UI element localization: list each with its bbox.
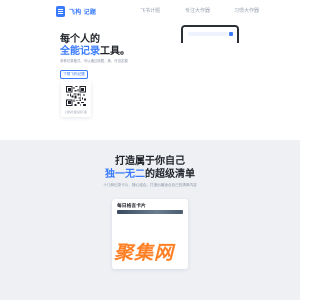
section-description: 十几种记录卡片，随心组合，打造出最适合自己的清单内容 — [103, 183, 197, 187]
feature-card-image — [117, 210, 183, 214]
section-title-line2: 独一无二的超级清单 — [0, 165, 300, 180]
top-nav: 飞构 记题 飞书计题 专注大作器 习惯大作器 — [0, 0, 300, 24]
hero-title-accent: 全能记录 — [60, 46, 100, 57]
device-accent-dot — [229, 32, 233, 36]
qr-card: 扫码/长按识别下载 — [61, 82, 91, 117]
brand-name: 飞构 记题 — [69, 10, 97, 16]
app-logo-icon — [56, 6, 65, 17]
nav-item-focus[interactable]: 专注大作器 — [185, 7, 210, 14]
hero-description: 多种记录格式，可以通过收藏、美，可自定模 — [60, 59, 128, 63]
download-button[interactable]: 下载飞构记题 — [60, 70, 88, 79]
nav-item-note[interactable]: 飞书计题 — [140, 7, 160, 14]
device-mockup — [181, 25, 239, 43]
device-screen — [183, 27, 237, 43]
device-search-bar — [188, 32, 228, 36]
hero-title-line2: 全能记录工具。 — [60, 42, 130, 57]
watermark-logo: 聚集网 — [114, 243, 175, 264]
section-title-rest: 的超级清单 — [145, 169, 195, 180]
qr-code-icon — [66, 86, 86, 106]
brand[interactable]: 飞构 记题 — [56, 6, 96, 17]
qr-caption: 扫码/长按识别下载 — [65, 111, 87, 114]
hero-title-rest: 工具。 — [100, 46, 130, 57]
nav-item-habit[interactable]: 习惯大作器 — [234, 7, 259, 14]
feature-card-title: 每日格言卡片 — [117, 204, 146, 209]
page: 飞构 记题 飞书计题 专注大作器 习惯大作器 每个人的 全能记录工具。 多种记录… — [0, 0, 300, 300]
section-title-accent: 独一无二 — [105, 169, 145, 180]
